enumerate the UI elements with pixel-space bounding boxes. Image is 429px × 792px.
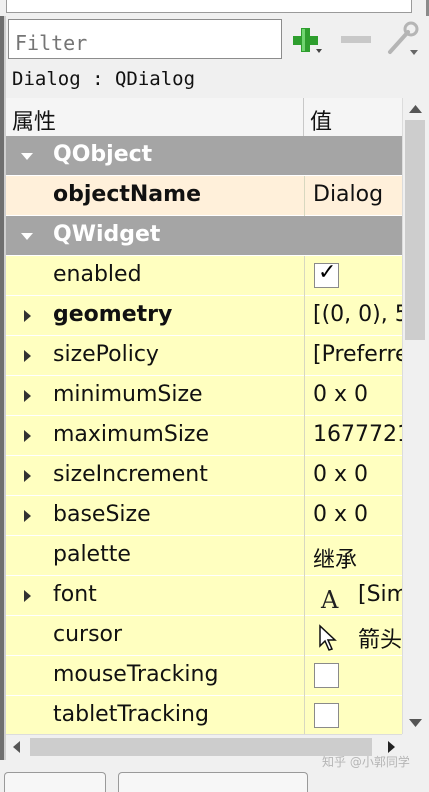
- property-value[interactable]: [Sim: [358, 582, 402, 607]
- property-row[interactable]: palette 继承: [6, 536, 402, 576]
- property-row[interactable]: tabletTracking: [6, 696, 402, 734]
- property-name: baseSize: [53, 502, 151, 527]
- property-name: minimumSize: [53, 382, 203, 407]
- table-header: 属性 值: [6, 98, 402, 137]
- property-value[interactable]: 16777215: [313, 422, 402, 447]
- top-strip: [0, 0, 429, 16]
- property-value[interactable]: [Preferre: [313, 342, 402, 367]
- property-row[interactable]: objectName Dialog: [6, 176, 402, 216]
- column-separator: [304, 256, 305, 296]
- property-name: mouseTracking: [53, 662, 219, 687]
- collapsed-arrow-icon[interactable]: [20, 347, 34, 365]
- object-inspector-bottom: [6, 0, 412, 13]
- column-separator: [304, 336, 305, 376]
- collapsed-arrow-icon[interactable]: [20, 467, 34, 485]
- property-checkbox[interactable]: [314, 703, 339, 728]
- remove-dynamic-property-button[interactable]: [338, 20, 374, 58]
- property-row[interactable]: geometry [(0, 0), 5: [6, 296, 402, 336]
- property-value[interactable]: 0 x 0: [313, 382, 402, 407]
- property-row[interactable]: mouseTracking: [6, 656, 402, 696]
- column-separator: [304, 496, 305, 536]
- property-checkbox[interactable]: ✓: [314, 260, 339, 288]
- horizontal-scroll-thumb[interactable]: [30, 738, 372, 756]
- collapsed-arrow-icon[interactable]: [20, 587, 34, 605]
- watermark: 知乎 @小郭同学: [322, 755, 410, 769]
- plus-icon: [293, 28, 322, 53]
- bottom-tab-1[interactable]: [4, 772, 106, 792]
- header-value[interactable]: 值: [304, 98, 402, 136]
- svg-text:A: A: [320, 586, 339, 612]
- class-breadcrumb: Dialog : QDialog: [6, 65, 402, 95]
- font-icon: A: [320, 586, 339, 612]
- arrow-cursor-icon: [319, 624, 337, 651]
- property-name: enabled: [53, 262, 142, 287]
- property-row[interactable]: baseSize 0 x 0: [6, 496, 402, 536]
- property-value[interactable]: Dialog: [313, 182, 402, 207]
- property-row[interactable]: maximumSize 16777215: [6, 416, 402, 456]
- column-separator: [304, 176, 305, 216]
- column-separator: [304, 696, 305, 734]
- header-property[interactable]: 属性: [6, 98, 304, 136]
- configure-button[interactable]: [384, 20, 420, 58]
- property-row[interactable]: cursor 箭头: [6, 616, 402, 656]
- property-group-row[interactable]: QWidget: [6, 216, 402, 256]
- property-value[interactable]: 继承: [313, 542, 402, 574]
- property-value[interactable]: [(0, 0), 5: [313, 302, 402, 327]
- property-name: cursor: [53, 622, 123, 647]
- bottom-tab-2[interactable]: [118, 772, 308, 792]
- expanded-arrow-icon[interactable]: [20, 227, 34, 245]
- column-separator: [304, 416, 305, 456]
- property-value[interactable]: 箭头: [358, 622, 402, 654]
- property-name: tabletTracking: [53, 702, 209, 727]
- property-row[interactable]: enabled ✓: [6, 256, 402, 296]
- column-separator: [304, 296, 305, 336]
- property-name: sizeIncrement: [53, 462, 208, 487]
- property-row[interactable]: font A [Sim: [6, 576, 402, 616]
- property-name: palette: [53, 542, 131, 567]
- property-name: QObject: [53, 142, 153, 167]
- minus-icon: [341, 36, 371, 43]
- property-name: geometry: [53, 302, 173, 327]
- property-row[interactable]: sizeIncrement 0 x 0: [6, 456, 402, 496]
- column-separator: [304, 376, 305, 416]
- property-name: sizePolicy: [53, 342, 159, 367]
- add-dynamic-property-button[interactable]: [288, 20, 324, 58]
- property-name: objectName: [53, 182, 201, 207]
- expanded-arrow-icon[interactable]: [20, 147, 34, 165]
- property-name: maximumSize: [53, 422, 210, 447]
- column-separator: [304, 616, 305, 656]
- column-separator: [304, 536, 305, 576]
- wrench-icon: [388, 21, 419, 55]
- filter-input[interactable]: [8, 19, 282, 59]
- scroll-up-icon[interactable]: [403, 98, 428, 120]
- property-row[interactable]: sizePolicy [Preferre: [6, 336, 402, 376]
- column-separator: [304, 656, 305, 696]
- column-separator: [304, 576, 305, 616]
- scroll-left-icon[interactable]: [6, 735, 28, 759]
- collapsed-arrow-icon[interactable]: [20, 507, 34, 525]
- vertical-scroll-thumb[interactable]: [405, 120, 425, 340]
- collapsed-arrow-icon[interactable]: [20, 427, 34, 445]
- property-checkbox[interactable]: [314, 663, 339, 688]
- scroll-down-icon[interactable]: [403, 712, 428, 734]
- check-icon: ✓: [318, 260, 337, 285]
- property-value[interactable]: 0 x 0: [313, 462, 402, 487]
- vertical-scrollbar[interactable]: [402, 98, 428, 734]
- column-separator: [304, 456, 305, 496]
- property-name: font: [53, 582, 97, 607]
- property-group-row[interactable]: QObject: [6, 136, 402, 176]
- property-name: QWidget: [53, 222, 161, 247]
- property-table: 属性 值 QObject objectName Dialog QWidget enabl…: [6, 98, 402, 734]
- property-row[interactable]: minimumSize 0 x 0: [6, 376, 402, 416]
- collapsed-arrow-icon[interactable]: [20, 307, 34, 325]
- collapsed-arrow-icon[interactable]: [20, 387, 34, 405]
- property-value[interactable]: 0 x 0: [313, 502, 402, 527]
